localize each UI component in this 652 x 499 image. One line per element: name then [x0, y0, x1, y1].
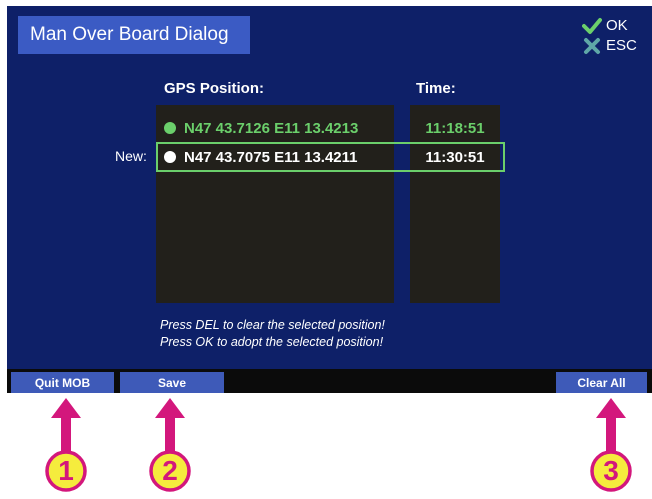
esc-hint[interactable]: ESC — [582, 36, 644, 56]
time-value-2[interactable]: 11:30:51 — [410, 142, 500, 172]
status-dot-icon — [164, 151, 176, 163]
time-value-1[interactable]: 11:18:51 — [410, 113, 500, 143]
esc-label: ESC — [606, 37, 637, 54]
new-position-label: New: — [115, 148, 147, 164]
close-icon — [582, 37, 602, 55]
gps-position-value: N47 43.7075 E11 13.4211 — [184, 148, 358, 166]
callout-1: 1 — [45, 398, 87, 494]
clear-all-button[interactable]: Clear All — [556, 372, 647, 393]
ok-esc-legend: OK ESC — [582, 16, 644, 56]
callout-number: 2 — [162, 455, 178, 486]
ok-label: OK — [606, 17, 628, 34]
quit-mob-button[interactable]: Quit MOB — [11, 372, 114, 393]
callout-2: 2 — [149, 398, 191, 494]
gps-position-value: N47 43.7126 E11 13.4213 — [184, 119, 359, 137]
callout-number: 1 — [58, 455, 74, 486]
gps-row-2[interactable]: N47 43.7075 E11 13.4211 — [156, 142, 358, 172]
callout-3: 3 — [590, 398, 632, 494]
callout-number: 3 — [603, 455, 619, 486]
dialog-title: Man Over Board Dialog — [18, 16, 250, 54]
hint-adopt: Press OK to adopt the selected position! — [160, 335, 384, 349]
gps-row-1[interactable]: N47 43.7126 E11 13.4213 — [156, 113, 358, 143]
gps-column-header: GPS Position: — [164, 80, 265, 97]
ok-hint[interactable]: OK — [582, 16, 644, 36]
hint-delete: Press DEL to clear the selected position… — [160, 318, 385, 332]
save-button[interactable]: Save — [120, 372, 224, 393]
time-column-header: Time: — [416, 80, 456, 97]
status-dot-icon — [164, 122, 176, 134]
check-icon — [582, 17, 602, 35]
